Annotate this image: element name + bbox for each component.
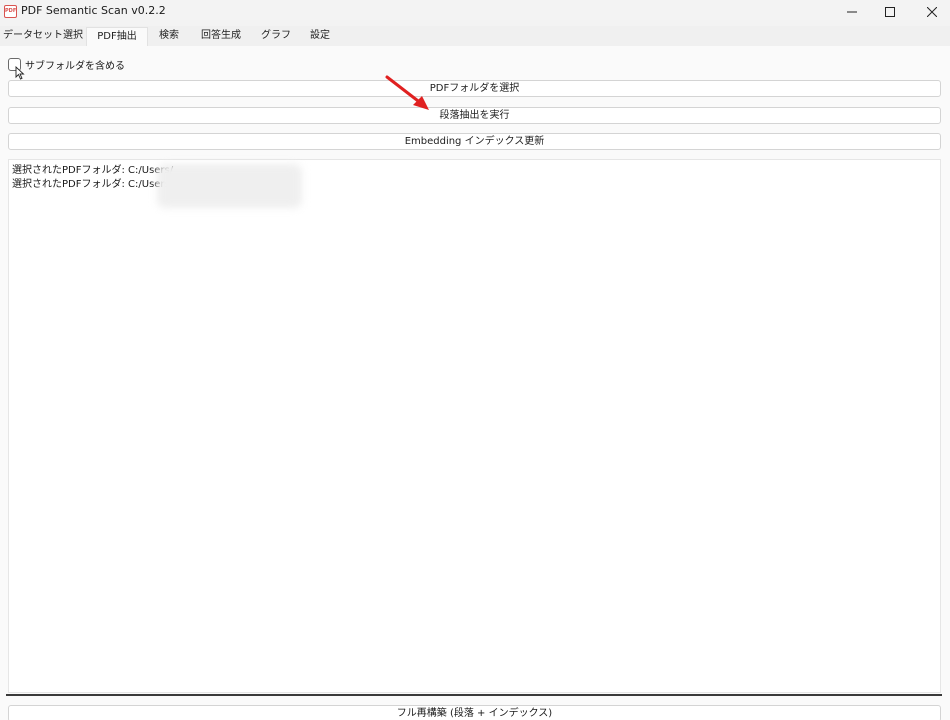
tab-graph[interactable]: グラフ — [254, 27, 298, 46]
mouse-cursor-icon — [15, 66, 25, 80]
divider — [6, 694, 942, 696]
log-line: 選択されたPDFフォルダ: C:/Users/ — [12, 165, 174, 176]
run-extraction-button[interactable]: 段落抽出を実行 — [8, 107, 941, 124]
title-bar: PDF PDF Semantic Scan v0.2.2 — [0, 0, 950, 24]
close-icon — [927, 7, 937, 17]
minimize-icon — [847, 11, 857, 13]
select-pdf-folder-button[interactable]: PDFフォルダを選択 — [8, 80, 941, 97]
maximize-icon — [885, 7, 895, 17]
tab-dataset-select[interactable]: データセット選択 — [2, 27, 84, 46]
tab-search[interactable]: 検索 — [150, 27, 188, 46]
tab-answer-generate[interactable]: 回答生成 — [192, 27, 250, 46]
include-subfolders-option[interactable]: サブフォルダを含める — [8, 56, 125, 72]
update-index-button[interactable]: Embedding インデックス更新 — [8, 133, 941, 150]
annotation-arrow-icon — [385, 75, 429, 110]
log-line: 選択されたPDFフォルダ: C:/Users/ — [12, 179, 174, 190]
window-title: PDF Semantic Scan v0.2.2 — [21, 4, 166, 17]
tab-pdf-extract[interactable]: PDF抽出 — [86, 27, 148, 46]
redacted-path — [157, 164, 302, 208]
app-icon: PDF — [4, 5, 17, 18]
close-button[interactable] — [910, 0, 950, 24]
log-output[interactable]: 選択されたPDFフォルダ: C:/Users/ 選択されたPDFフォルダ: C:… — [8, 159, 941, 693]
include-subfolders-label: サブフォルダを含める — [25, 60, 125, 72]
tab-bar: データセット選択 PDF抽出 検索 回答生成 グラフ 設定 — [0, 26, 950, 46]
maximize-button[interactable] — [868, 0, 912, 24]
tab-settings[interactable]: 設定 — [300, 27, 340, 46]
full-rebuild-button[interactable]: フル再構築 (段落 + インデックス) — [8, 705, 941, 720]
